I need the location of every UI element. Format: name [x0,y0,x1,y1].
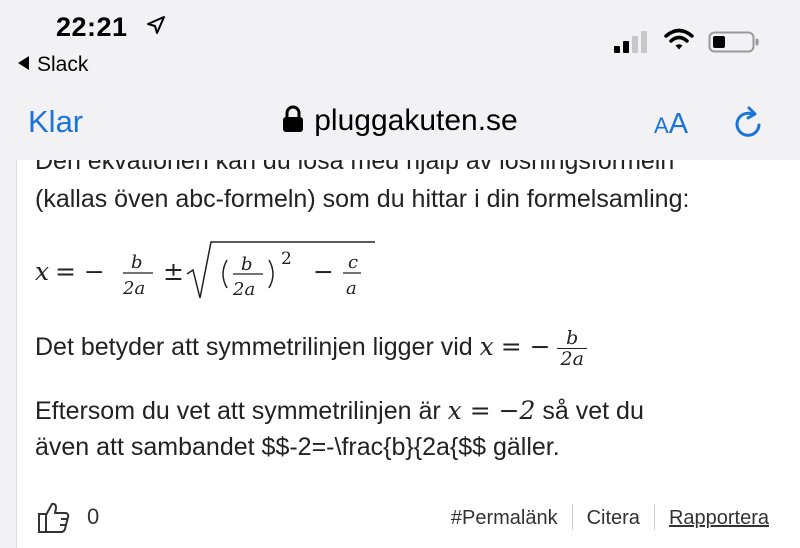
text-size-button[interactable]: AA [654,108,688,141]
post-text-line: även att sambandet $$-2=-\frac{b}{2a{$$ … [35,433,560,461]
back-app-label: Slack [37,53,89,76]
reload-icon[interactable] [730,106,766,142]
thumbs-up-icon[interactable] [37,500,71,534]
battery-icon [708,31,759,53]
formula-frac1-den: 2a [122,278,145,299]
lock-icon [283,105,304,132]
forum-post: Den ekvationen kan du lösa med hjälp av … [16,160,800,548]
formula-frac2-num: b [241,254,253,275]
status-time: 22:21 [56,12,128,42]
post-footer: 0 #Permalänk Citera Rapportera [17,500,800,548]
symmetry-x: x [479,332,494,362]
report-link[interactable]: Rapportera [669,507,769,530]
symmetry-line: Det betyder att symmetrilinjen ligger vi… [35,328,587,369]
location-arrow-icon [147,16,165,34]
formula-graphic: x = − b 2a ± b 2a 2 − c a [35,241,375,300]
like-count: 0 [87,504,100,529]
formula-paren-open [222,259,228,289]
url-text: pluggakuten.se [314,104,518,137]
formula-frac2-den: 2a [232,279,255,300]
footer-divider [571,504,573,530]
post-text-line: Eftersom du vet att symmetrilinjen är x … [35,394,644,428]
symmetry-eq: = − [500,332,551,362]
browser-nav-bar: Klar pluggakuten.se AA [0,92,800,160]
text-size-small-a: A [654,113,669,138]
eft-math: x = −2 [447,396,536,425]
post-text-line: (kallas öven abc-formeln) som du hittar … [35,185,690,213]
formula-paren-close [268,259,274,289]
formula-frac1-num: b [131,252,143,273]
back-triangle-icon [18,56,29,70]
formula-eq: = − [55,257,105,286]
eft-text-b: så vet du [542,397,644,425]
footer-divider [653,504,655,530]
footer-links: #Permalänk Citera Rapportera [451,504,769,530]
symmetry-frac-num: b [557,328,587,349]
eft-text-a: Eftersom du vet att symmetrilinjen är [35,397,441,425]
symmetry-frac-den: 2a [560,348,584,370]
formula-frac3-num: c [348,252,358,273]
text-size-large-a: A [668,108,689,140]
status-bar: 22:21 Slack [0,0,800,92]
quote-link[interactable]: Citera [587,507,640,530]
formula-exponent: 2 [281,249,292,269]
symmetry-text: Det betyder att symmetrilinjen ligger vi… [35,333,473,362]
wifi-icon [664,28,694,50]
formula-frac3-den: a [346,278,357,299]
formula-pm: ± [163,257,184,286]
cellular-signal-icon [614,31,647,53]
symmetry-fraction: b 2a [557,328,587,370]
back-to-app-button[interactable]: Slack [18,53,88,77]
formula-x: x [35,257,49,286]
formula-minus: − [313,257,334,286]
post-text-cut-line: Den ekvationen kan du lösa med hjälp av … [35,160,675,175]
permalink-link[interactable]: #Permalänk [451,507,558,530]
